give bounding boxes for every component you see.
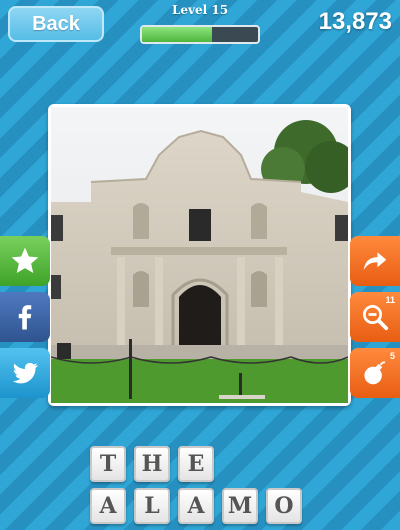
facebook-icon — [18, 305, 32, 330]
arrow-right-icon — [363, 252, 387, 270]
level-label: Level 15 — [171, 3, 229, 17]
twitter-icon — [12, 362, 38, 384]
zoom-out-powerup-button[interactable]: 11 — [350, 292, 400, 342]
bomb-powerup-button[interactable]: 5 — [350, 348, 400, 398]
skip-button[interactable] — [350, 236, 400, 286]
alamo-photo-image — [51, 107, 348, 403]
puzzle-photo — [48, 104, 351, 406]
score-counter: 13,873 — [318, 8, 392, 35]
favorite-button[interactable] — [0, 236, 50, 286]
answer-tile[interactable]: E — [178, 446, 214, 482]
answer-tile[interactable]: O — [266, 488, 302, 524]
answer-tile[interactable]: A — [90, 488, 126, 524]
answer-tile[interactable]: H — [134, 446, 170, 482]
star-icon — [11, 247, 39, 273]
answer-tile[interactable]: M — [222, 488, 258, 524]
bomb-powerup-count: 5 — [389, 351, 395, 361]
level-progress-fill — [142, 27, 212, 42]
magnify-minus-icon — [363, 305, 389, 331]
zoom-powerup-count: 11 — [385, 295, 395, 305]
answer-tile[interactable]: L — [134, 488, 170, 524]
level-progress-bar — [140, 25, 260, 44]
back-button[interactable]: Back — [8, 6, 104, 42]
bomb-icon — [364, 361, 386, 385]
facebook-share-button[interactable] — [0, 292, 50, 342]
answer-tile[interactable]: T — [90, 446, 126, 482]
answer-tile[interactable]: A — [178, 488, 214, 524]
twitter-share-button[interactable] — [0, 348, 50, 398]
